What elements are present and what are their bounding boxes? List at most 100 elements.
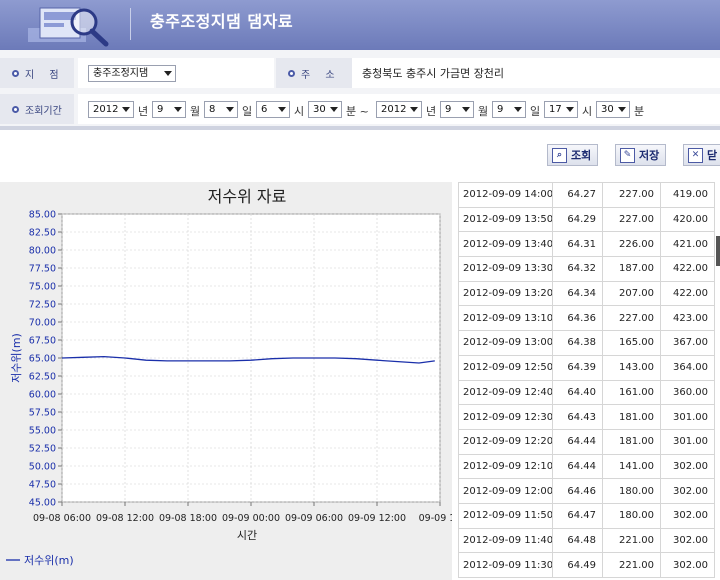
level-cell: 64.39 <box>552 354 603 381</box>
start-month-select[interactable]: 9 <box>152 101 186 118</box>
start-hour-select[interactable]: 6 <box>256 101 290 118</box>
inflow-cell: 207.00 <box>602 280 661 307</box>
end-day-select[interactable]: 9 <box>492 101 526 118</box>
table-row: 2012-09-09 11:40 64.48 221.00 302.00 <box>458 527 715 554</box>
table-row: 2012-09-09 13:00 64.38 165.00 367.00 <box>458 330 715 356</box>
inflow-cell: 161.00 <box>602 379 661 406</box>
close-button[interactable]: ✕ 닫 <box>683 144 720 166</box>
level-cell: 64.32 <box>552 256 603 282</box>
end-month-unit: 월 <box>478 105 489 118</box>
time-cell: 2012-09-09 11:40 <box>458 527 553 554</box>
end-month-select[interactable]: 9 <box>440 101 474 118</box>
inflow-cell: 221.00 <box>602 527 661 554</box>
y-tick-label: 77.50 <box>29 264 56 275</box>
y-tick-label: 72.50 <box>29 300 56 311</box>
water-level-chart: 저수위 자료 85.00 82.50 80.00 77.50 75.00 72.50 70.0… <box>6 187 452 567</box>
table-row: 2012-09-09 12:00 64.46 180.00 302.00 <box>458 478 715 504</box>
level-cell: 64.49 <box>552 552 603 578</box>
site-value-cell: 충주조정지댐 <box>78 58 274 88</box>
site-select-value: 충주조정지댐 <box>93 68 149 79</box>
table-row: 2012-09-09 13:20 64.34 207.00 422.00 <box>458 280 715 307</box>
start-year-unit: 년 <box>138 105 149 118</box>
table-row: 2012-09-09 11:50 64.47 180.00 302.00 <box>458 502 715 529</box>
site-label: 지 점 <box>0 58 74 88</box>
search-button[interactable]: ⌕ 조회 <box>547 144 599 166</box>
filter-row-period: 조회기간 2012 년 9 월 8 일 6 시 30 분 ~ 2012 년 9 … <box>0 94 720 128</box>
chevron-down-icon <box>514 107 522 112</box>
time-cell: 2012-09-09 12:30 <box>458 404 553 430</box>
outflow-cell: 420.00 <box>660 206 715 233</box>
outflow-cell: 302.00 <box>660 453 715 480</box>
y-tick-label: 45.00 <box>29 498 56 509</box>
chevron-down-icon <box>410 107 418 112</box>
time-cell: 2012-09-09 12:40 <box>458 379 553 406</box>
outflow-cell: 423.00 <box>660 305 715 332</box>
time-cell: 2012-09-09 14:00 <box>458 182 553 208</box>
address-label-text: 주 소 <box>301 69 341 81</box>
inflow-cell: 165.00 <box>602 330 661 356</box>
legend-label: 저수위(m) <box>24 554 74 567</box>
table-row: 2012-09-09 12:50 64.39 143.00 364.00 <box>458 354 715 381</box>
start-minute-unit: 분 ~ <box>346 105 369 118</box>
end-minute-unit: 분 <box>634 105 645 118</box>
time-cell: 2012-09-09 12:00 <box>458 478 553 504</box>
start-day-select[interactable]: 8 <box>204 101 238 118</box>
end-hour-unit: 시 <box>582 105 593 118</box>
search-document-icon: ⌕ <box>552 147 567 163</box>
start-month-unit: 월 <box>190 105 201 118</box>
chevron-down-icon <box>122 107 130 112</box>
end-hour-value: 17 <box>549 104 562 115</box>
y-tick-label: 85.00 <box>29 210 56 221</box>
header-separator <box>130 8 131 40</box>
site-select[interactable]: 충주조정지댐 <box>88 65 176 82</box>
outflow-cell: 301.00 <box>660 428 715 455</box>
y-tick-label: 50.00 <box>29 462 56 473</box>
close-button-label: 닫 <box>707 149 718 162</box>
close-icon: ✕ <box>688 147 703 163</box>
y-tick-label: 67.50 <box>29 336 56 347</box>
outflow-cell: 302.00 <box>660 527 715 554</box>
level-cell: 64.31 <box>552 231 603 258</box>
outflow-cell: 302.00 <box>660 502 715 529</box>
end-hour-select[interactable]: 17 <box>544 101 578 118</box>
x-tick-label: 09-08 18:00 <box>159 513 217 524</box>
y-tick-label: 62.50 <box>29 372 56 383</box>
save-button[interactable]: ✎ 저장 <box>615 144 667 166</box>
site-label-text: 지 점 <box>25 69 65 81</box>
scrollbar-edge[interactable] <box>716 236 720 266</box>
chart-title: 저수위 자료 <box>208 187 287 206</box>
y-tick-label: 75.00 <box>29 282 56 293</box>
end-month-value: 9 <box>445 104 452 115</box>
start-year-value: 2012 <box>93 104 119 115</box>
address-label: 주 소 <box>276 58 352 88</box>
filter-row-site: 지 점 충주조정지댐 주 소 충청북도 충주시 가금면 장천리 <box>0 58 720 92</box>
inflow-cell: 180.00 <box>602 478 661 504</box>
end-minute-select[interactable]: 30 <box>596 101 630 118</box>
outflow-cell: 301.00 <box>660 404 715 430</box>
chevron-down-icon <box>330 107 338 112</box>
outflow-cell: 302.00 <box>660 478 715 504</box>
y-tick-label: 60.00 <box>29 390 56 401</box>
end-year-select[interactable]: 2012 <box>376 101 422 118</box>
time-cell: 2012-09-09 13:50 <box>458 206 553 233</box>
chevron-down-icon <box>174 107 182 112</box>
table-row: 2012-09-09 13:10 64.36 227.00 423.00 <box>458 305 715 332</box>
time-cell: 2012-09-09 12:50 <box>458 354 553 381</box>
level-cell: 64.44 <box>552 453 603 480</box>
start-minute-value: 30 <box>313 104 326 115</box>
table-row: 2012-09-09 13:30 64.32 187.00 422.00 <box>458 256 715 282</box>
bullet-icon <box>288 69 295 77</box>
y-tick-label: 82.50 <box>29 228 56 239</box>
outflow-cell: 422.00 <box>660 280 715 307</box>
chevron-down-icon <box>566 107 574 112</box>
start-year-select[interactable]: 2012 <box>88 101 134 118</box>
time-cell: 2012-09-09 11:50 <box>458 502 553 529</box>
inflow-cell: 221.00 <box>602 552 661 578</box>
start-day-value: 8 <box>209 104 216 115</box>
header-bar: 충주조정지댐 댐자료 <box>0 0 720 50</box>
start-minute-select[interactable]: 30 <box>308 101 342 118</box>
y-tick-label: 80.00 <box>29 246 56 257</box>
y-tick-label: 52.50 <box>29 444 56 455</box>
inflow-cell: 227.00 <box>602 182 661 208</box>
data-table-container: 2012-09-09 14:00 64.27 227.00 419.00 2012-09… <box>458 182 720 580</box>
